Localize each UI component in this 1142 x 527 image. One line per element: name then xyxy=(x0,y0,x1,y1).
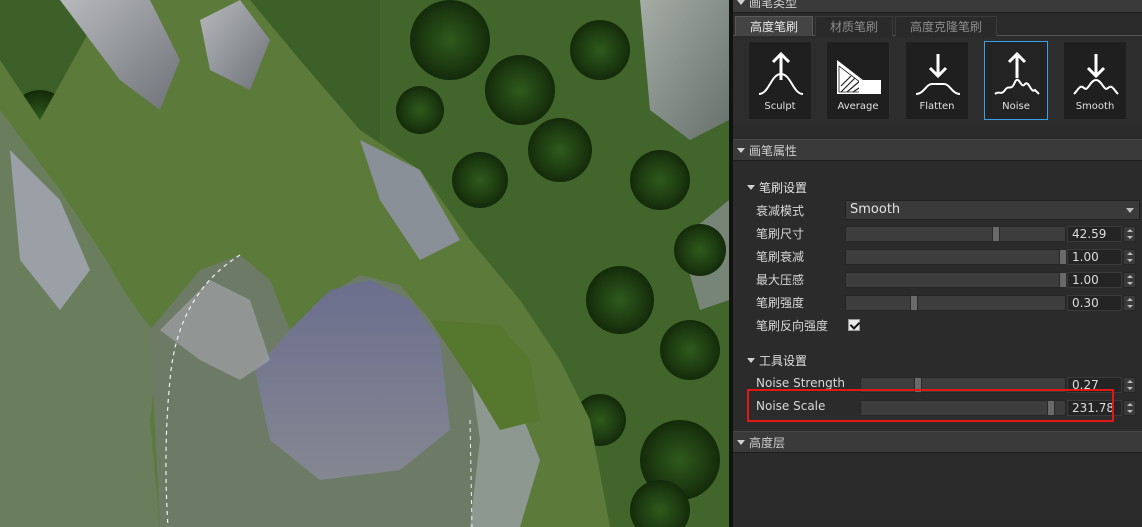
brush-tabs: 高度笔刷 材质笔刷 高度克隆笔刷 xyxy=(733,16,1142,36)
max-pressure-slider[interactable] xyxy=(845,272,1067,288)
noise-strength-row: Noise Strength 0.27 xyxy=(753,374,1139,395)
brush-strength-label: 笔刷强度 xyxy=(756,296,805,310)
brush-falloff-value[interactable]: 1.00 xyxy=(1067,249,1122,265)
collapse-triangle-icon xyxy=(737,0,745,5)
slider-thumb[interactable] xyxy=(1059,272,1067,288)
average-icon xyxy=(837,60,881,94)
brush-label: Sculpt xyxy=(764,101,796,112)
noise-strength-value[interactable]: 0.27 xyxy=(1067,377,1122,393)
section-header-brush-props[interactable]: 画笔属性 xyxy=(733,139,1142,161)
brush-sculpt-button[interactable]: Sculpt xyxy=(748,41,812,120)
invert-strength-label: 笔刷反向强度 xyxy=(756,319,829,333)
invert-strength-row: 笔刷反向强度 xyxy=(753,315,1139,336)
slider-thumb[interactable] xyxy=(992,226,1000,242)
slider-thumb[interactable] xyxy=(914,377,922,393)
smooth-icon xyxy=(1073,54,1119,95)
brush-flatten-button[interactable]: Flatten xyxy=(905,41,969,120)
section-header-brush-type[interactable]: 画笔类型 xyxy=(733,0,1142,13)
collapse-triangle-icon xyxy=(737,147,745,153)
terrain-render xyxy=(0,0,729,527)
flatten-icon xyxy=(915,54,961,95)
section-header-height-layer[interactable]: 高度层 xyxy=(733,431,1142,453)
noise-icon xyxy=(994,51,1040,95)
max-pressure-value[interactable]: 1.00 xyxy=(1067,272,1122,288)
brush-smooth-button[interactable]: Smooth xyxy=(1063,41,1127,120)
terrain-brush-panel: 画笔类型 高度笔刷 材质笔刷 高度克隆笔刷 Sculpt Average Fla… xyxy=(733,0,1142,527)
falloff-mode-label: 衰减模式 xyxy=(756,204,805,218)
brush-label: Noise xyxy=(1002,101,1030,112)
subsection-title: 笔刷设置 xyxy=(759,180,808,195)
brush-falloff-label: 笔刷衰减 xyxy=(756,250,805,264)
brush-size-spinner[interactable] xyxy=(1123,226,1136,242)
brush-average-button[interactable]: Average xyxy=(826,41,890,120)
terrain-viewport[interactable] xyxy=(0,0,729,527)
max-pressure-label: 最大压感 xyxy=(756,273,805,287)
max-pressure-row: 最大压感 1.00 xyxy=(753,269,1139,290)
section-title: 画笔类型 xyxy=(749,0,798,10)
subsection-tool-settings[interactable]: 工具设置 xyxy=(747,351,807,369)
slider-thumb[interactable] xyxy=(1047,400,1055,416)
noise-strength-slider[interactable] xyxy=(860,377,1066,393)
brush-label: Average xyxy=(837,101,879,112)
falloff-mode-value: Smooth xyxy=(850,202,901,217)
sculpt-icon xyxy=(758,51,804,95)
brush-falloff-row: 笔刷衰减 1.00 xyxy=(753,246,1139,267)
brush-size-value[interactable]: 42.59 xyxy=(1067,226,1122,242)
brush-strength-row: 笔刷强度 0.30 xyxy=(753,292,1139,313)
invert-strength-checkbox[interactable] xyxy=(848,319,860,331)
subsection-title: 工具设置 xyxy=(759,353,808,368)
section-title: 画笔属性 xyxy=(749,143,798,158)
section-title: 高度层 xyxy=(749,435,786,450)
brush-label: Smooth xyxy=(1075,101,1115,112)
max-pressure-spinner[interactable] xyxy=(1123,272,1136,288)
noise-scale-row: Noise Scale 231.78 xyxy=(753,397,1139,418)
collapse-triangle-icon xyxy=(747,357,755,363)
tab-height-clone-brush[interactable]: 高度克隆笔刷 xyxy=(895,16,998,36)
brush-type-row: Sculpt Average Flatten Noise Smooth xyxy=(733,38,1142,124)
collapse-triangle-icon xyxy=(747,184,755,190)
tab-height-brush[interactable]: 高度笔刷 xyxy=(735,16,814,36)
brush-noise-button[interactable]: Noise xyxy=(984,41,1048,120)
noise-scale-spinner[interactable] xyxy=(1123,400,1136,416)
noise-scale-value[interactable]: 231.78 xyxy=(1067,400,1122,416)
subsection-brush-settings[interactable]: 笔刷设置 xyxy=(747,178,807,196)
brush-label: Flatten xyxy=(919,101,955,112)
slider-thumb[interactable] xyxy=(910,295,918,311)
brush-size-row: 笔刷尺寸 42.59 xyxy=(753,223,1139,244)
chevron-down-icon xyxy=(1126,208,1134,213)
brush-size-label: 笔刷尺寸 xyxy=(756,227,805,241)
noise-strength-spinner[interactable] xyxy=(1123,377,1136,393)
brush-size-slider[interactable] xyxy=(845,226,1066,242)
tab-material-brush[interactable]: 材质笔刷 xyxy=(815,16,894,36)
slider-thumb[interactable] xyxy=(1059,249,1067,265)
brush-strength-value[interactable]: 0.30 xyxy=(1067,295,1122,311)
brush-falloff-spinner[interactable] xyxy=(1123,249,1136,265)
falloff-mode-dropdown[interactable]: Smooth xyxy=(845,200,1140,220)
noise-strength-label: Noise Strength xyxy=(756,376,846,390)
brush-falloff-slider[interactable] xyxy=(845,249,1067,265)
brush-strength-slider[interactable] xyxy=(845,295,1066,311)
brush-strength-spinner[interactable] xyxy=(1123,295,1136,311)
noise-scale-label: Noise Scale xyxy=(756,399,826,413)
noise-scale-slider[interactable] xyxy=(860,400,1066,416)
collapse-triangle-icon xyxy=(737,439,745,445)
